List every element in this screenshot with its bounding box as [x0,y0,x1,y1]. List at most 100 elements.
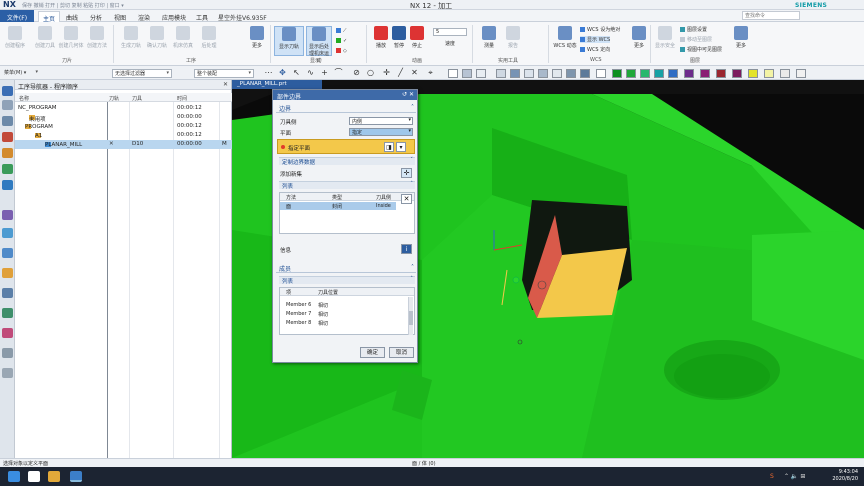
color-swatch[interactable] [764,69,774,78]
verify-toolpath-button[interactable]: 确认刀轨 [144,26,170,49]
display-small-1[interactable]: ⟋ [336,28,347,34]
tab-tools[interactable]: 工具 [192,11,212,22]
select-icon[interactable]: ↖ [292,69,301,78]
history-icon[interactable] [2,248,13,258]
member-scrollbar[interactable] [408,297,413,335]
color-swatch[interactable] [612,69,622,78]
tab-render[interactable]: 渲染 [134,11,154,22]
plane-select[interactable]: 指定 [349,128,413,136]
point-icon[interactable]: + [320,69,329,78]
create-tool-button[interactable]: 创建刀具 [32,26,58,49]
ime-icon[interactable]: S [770,473,774,480]
tray-icons[interactable]: ⌃ 🔈 ⊞ [784,473,805,480]
web-icon[interactable] [2,228,13,238]
tangent-icon[interactable]: ⊘ [352,69,361,78]
color-swatch[interactable] [716,69,726,78]
geometry-view-icon[interactable] [2,164,13,174]
palette-icon[interactable] [2,328,13,338]
plane-list-icon[interactable]: ▾ [396,142,406,152]
view-icon[interactable] [552,69,562,78]
more-wcs-button[interactable]: 更多 [626,26,652,49]
view-icon[interactable] [596,69,606,78]
scroll-thumb[interactable] [409,311,413,325]
color-swatch[interactable] [668,69,678,78]
delete-button[interactable]: ✕ [401,194,412,204]
more-layer-button[interactable]: 更多 [728,26,754,49]
create-geometry-button[interactable]: 创建几何体 [58,26,84,49]
generate-toolpath-button[interactable]: 生成刀轨 [118,26,144,49]
program-order-icon[interactable] [2,148,13,158]
create-program-button[interactable]: 创建程序 [2,26,28,49]
section-members[interactable]: 成员 ˄ [276,264,416,273]
move-to-layer-button[interactable]: 移动至图层 [680,36,712,43]
color-swatch[interactable] [626,69,636,78]
view-icon[interactable] [566,69,576,78]
table-row[interactable]: ⊟A1 00:00:12 [15,131,232,140]
more-button[interactable]: 更多 [244,26,270,49]
postprocess-button[interactable]: 后处理 [196,26,222,49]
menu-button[interactable]: 菜单(M) ▾ [2,69,40,78]
crosshair-icon[interactable]: ✛ [382,69,391,78]
speed-field[interactable]: 5 [433,28,467,36]
color-swatch[interactable] [748,69,758,78]
color-swatch[interactable] [684,69,694,78]
plane-dialog-icon[interactable]: ◨ [384,142,394,152]
color-swatch[interactable] [732,69,742,78]
display-wcs-button[interactable]: 显示 WCS [580,36,611,43]
table-row[interactable]: 未用项 00:00:00 [15,113,232,123]
list-item[interactable]: Member 7 相切 [280,310,414,318]
view-icon[interactable] [496,69,506,78]
view-icon[interactable] [524,69,534,78]
color-swatch[interactable] [796,69,806,78]
table-row[interactable]: 面 封闭 Inside [280,202,396,210]
settings-icon[interactable] [2,348,13,358]
expand-icon[interactable]: ˅ [410,157,413,163]
line-icon[interactable]: ╱ [396,69,405,78]
table-row[interactable]: NC_PROGRAM 00:00:12 [15,104,232,113]
measure-button[interactable]: 测量 [476,26,502,49]
history-icon[interactable] [2,100,13,110]
method-view-icon[interactable] [2,180,13,190]
stop-button[interactable]: 停止 [404,26,430,49]
color-swatch[interactable] [640,69,650,78]
color-swatch[interactable] [700,69,710,78]
section-boundary[interactable]: 边界 ˄ [276,104,416,113]
view-icon[interactable] [448,69,458,78]
system-icon[interactable] [2,288,13,298]
col-tool[interactable]: 刀具 [132,95,142,102]
cancel-button[interactable]: 取消 [389,347,414,358]
view-icon[interactable] [580,69,590,78]
collapse-icon[interactable]: ˄ [411,264,414,271]
tab-analysis[interactable]: 分析 [86,11,106,22]
tab-file[interactable]: 文件(F) [0,10,34,22]
tab-curve[interactable]: 曲线 [62,11,82,22]
view-icon[interactable] [538,69,548,78]
collapse-icon[interactable]: ˄ [410,276,413,282]
explorer-icon[interactable] [48,471,60,482]
close-icon[interactable]: ✕ [223,81,228,88]
clock[interactable]: 9:43:04 2020/8/20 [832,469,858,483]
view-icon[interactable] [510,69,520,78]
view-icon[interactable] [476,69,486,78]
snap-icon[interactable]: ⋯ [264,69,273,78]
info-icon[interactable]: i [401,244,412,254]
type-filter-select[interactable]: 无选择过滤器 [112,69,172,78]
tab-application[interactable]: 应用模块 [158,11,190,22]
collapse-icon[interactable]: ˄ [410,181,413,187]
member-list-section[interactable]: 列表 ˄ [279,276,415,285]
task-view-icon[interactable] [28,471,40,482]
specify-plane-row[interactable]: 指定平面 ◨ ▾ [277,139,415,154]
display-toolpath-button[interactable]: 显示刀轨 [274,26,304,56]
layer-settings-button[interactable]: 图层设置 [680,26,707,33]
viewport-tab[interactable]: _PLANAR_MILL.prt [232,80,322,89]
move-icon[interactable]: ✥ [278,69,287,78]
tab-view[interactable]: 视图 [110,11,130,22]
navigator-icon[interactable] [2,86,13,96]
color-swatch[interactable] [654,69,664,78]
intersect-icon[interactable]: ✕ [410,69,419,78]
dialog-controls[interactable]: ↺ ✕ [402,91,414,98]
scope-select[interactable]: 整个装配 [194,69,254,78]
safe-display-button[interactable]: 显示安全 [652,26,678,49]
curve-icon[interactable]: ∿ [306,69,315,78]
process-icon[interactable] [2,308,13,318]
